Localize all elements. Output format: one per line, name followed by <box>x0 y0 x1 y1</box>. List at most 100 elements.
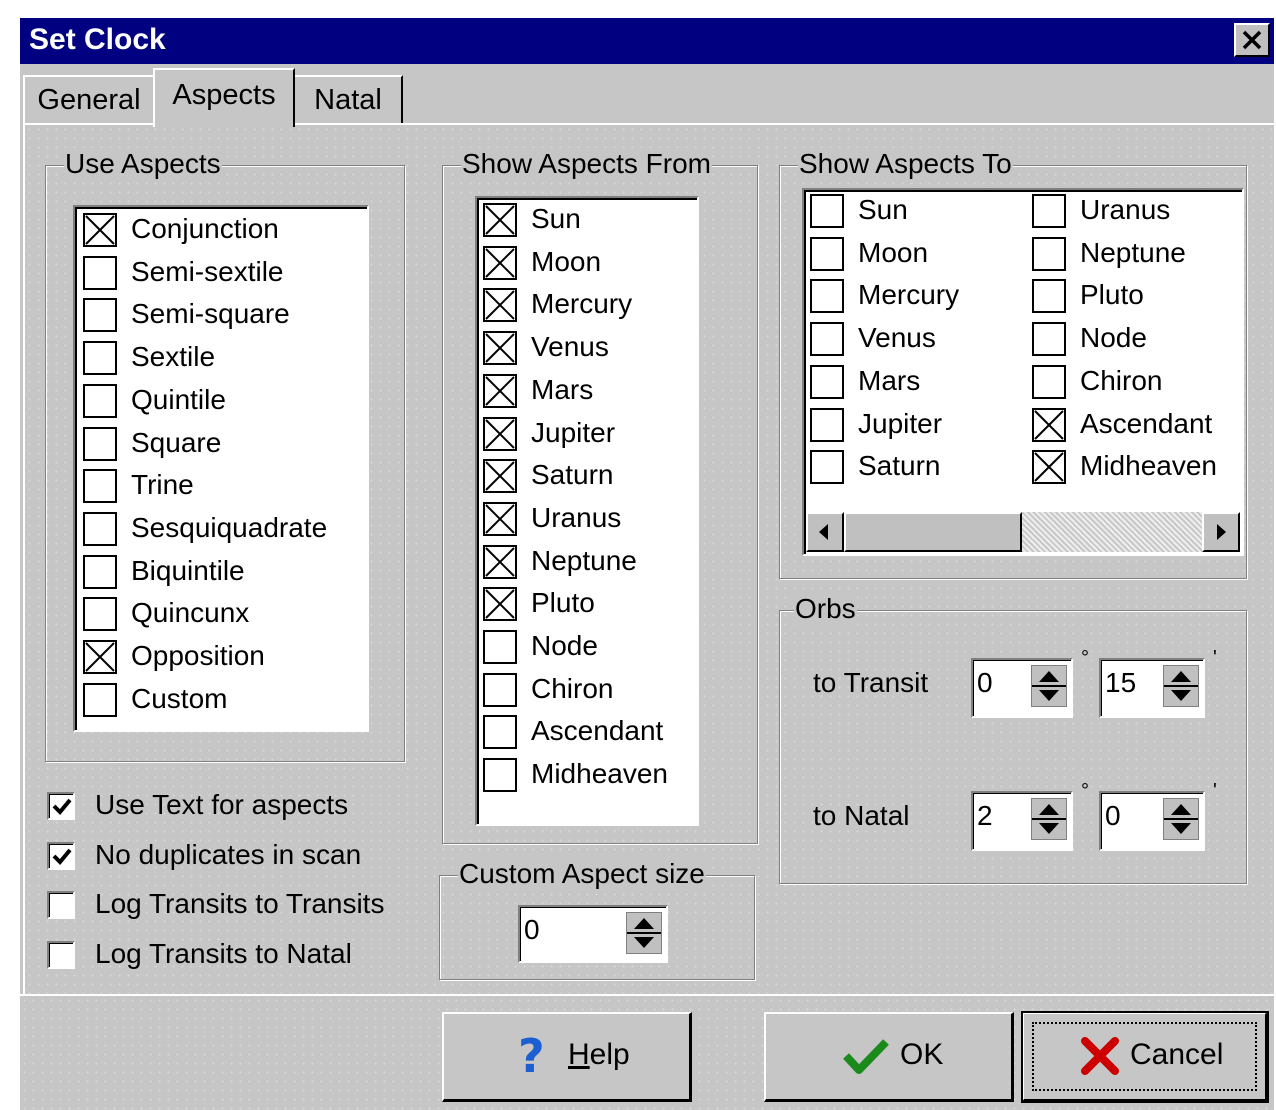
checkbox-icon[interactable] <box>83 511 117 546</box>
scroll-left-button[interactable] <box>806 512 844 552</box>
checked-box-icon[interactable] <box>83 213 117 247</box>
checkbox-icon[interactable] <box>1032 322 1066 357</box>
show-from-item-label: Node <box>531 630 598 661</box>
use-aspect-item-label: Sextile <box>131 341 216 373</box>
tab-natal-label: Natal <box>314 84 382 116</box>
checkbox-icon[interactable] <box>83 383 117 418</box>
checkbox-icon[interactable] <box>47 891 75 919</box>
checked-box-icon[interactable] <box>483 544 517 579</box>
spinner-arrows-icon[interactable] <box>1163 665 1199 707</box>
tab-general[interactable]: General <box>23 75 155 125</box>
checked-box-icon[interactable] <box>1032 407 1066 442</box>
use-aspect-item-label: Sesquiquadrate <box>131 511 328 543</box>
orbs-legend: Orbs <box>794 593 857 625</box>
checkbox-icon[interactable] <box>483 630 517 664</box>
transit-degrees-spinner[interactable]: 0 <box>971 658 1073 718</box>
checked-box-icon[interactable] <box>483 587 517 622</box>
show-to-list: Sun Moon Mercury Venus Mars Jupiter Saturn Uran… <box>802 188 1244 556</box>
checkmark-box-icon[interactable] <box>47 792 75 820</box>
show-from-item-label: Mars <box>531 373 594 405</box>
natal-minutes-spinner[interactable]: 0 <box>1099 791 1205 851</box>
show-to-item-label: Jupiter <box>858 407 943 439</box>
tab-natal[interactable]: Natal <box>293 75 403 125</box>
checkbox-icon[interactable] <box>83 469 117 504</box>
option-label: Log Transits to Transits <box>95 888 385 919</box>
title-bar[interactable]: Set Clock <box>20 18 1274 64</box>
checkbox-icon[interactable] <box>83 298 117 333</box>
custom-aspect-size-value: 0 <box>524 914 540 945</box>
checkbox-icon[interactable] <box>483 715 517 750</box>
show-from-group: Show Aspects From Sun Moon Mercury Venus Mar… <box>442 148 758 844</box>
close-button[interactable] <box>1234 23 1270 57</box>
set-clock-dialog: Set Clock General Aspects Natal Use Aspe… <box>20 18 1274 1110</box>
minute-symbol: ' <box>1213 647 1217 669</box>
checkbox-icon[interactable] <box>1032 194 1066 228</box>
use-aspects-legend: Use Aspects <box>64 148 222 180</box>
spinner-arrows-icon[interactable] <box>1031 665 1067 707</box>
checkbox-icon[interactable] <box>1032 364 1066 399</box>
spinner-arrows-icon[interactable] <box>626 912 662 954</box>
arrow-right-icon <box>1217 524 1226 540</box>
transit-minutes-value: 15 <box>1105 667 1137 698</box>
tab-aspects[interactable]: Aspects <box>153 68 295 127</box>
spinner-arrows-icon[interactable] <box>1163 798 1199 840</box>
natal-degrees-spinner[interactable]: 2 <box>971 791 1073 851</box>
help-button[interactable]: ? Help <box>442 1012 692 1102</box>
checkbox-icon[interactable] <box>1032 279 1066 314</box>
transit-degrees-value: 0 <box>977 667 993 698</box>
checkbox-icon[interactable] <box>47 940 75 969</box>
checkbox-icon[interactable] <box>83 426 117 461</box>
checkbox-icon[interactable] <box>810 450 844 485</box>
show-to-item-label: Moon <box>858 236 929 268</box>
show-to-item-label: Mars <box>858 364 921 396</box>
show-to-item-label: Midheaven <box>1080 450 1217 482</box>
checked-box-icon[interactable] <box>483 288 517 323</box>
natal-degrees-value: 2 <box>977 800 993 831</box>
natal-minutes-value: 0 <box>1105 800 1121 831</box>
checkbox-icon[interactable] <box>810 364 844 399</box>
show-to-item-label: Mercury <box>858 279 960 311</box>
checkbox-icon[interactable] <box>83 255 117 290</box>
show-from-item-label: Ascendant <box>531 715 664 747</box>
transit-minutes-spinner[interactable]: 15 <box>1099 658 1205 718</box>
checkbox-icon[interactable] <box>483 758 517 793</box>
checkbox-icon[interactable] <box>83 341 117 376</box>
checkbox-icon[interactable] <box>483 672 517 707</box>
scroll-right-button[interactable] <box>1202 512 1240 552</box>
checkbox-icon[interactable] <box>83 597 117 632</box>
show-from-item-label: Neptune <box>531 544 637 576</box>
checkbox-icon[interactable] <box>810 236 844 271</box>
checked-box-icon[interactable] <box>483 331 517 366</box>
ok-label: OK <box>900 1038 944 1071</box>
show-from-list: Sun Moon Mercury Venus Mars Jupiter Saturn Uran… <box>475 196 699 826</box>
checkbox-icon[interactable] <box>810 407 844 442</box>
show-to-horizontal-scrollbar[interactable] <box>806 512 1240 552</box>
show-to-item-label: Chiron <box>1080 364 1163 396</box>
custom-aspect-size-spinner[interactable]: 0 <box>518 905 668 963</box>
arrow-left-icon <box>819 524 828 540</box>
checked-box-icon[interactable] <box>483 501 517 536</box>
checked-box-icon[interactable] <box>483 203 517 237</box>
spinner-arrows-icon[interactable] <box>1031 798 1067 840</box>
show-from-item-label: Uranus <box>531 501 622 533</box>
checkbox-icon[interactable] <box>83 682 117 717</box>
ok-button[interactable]: OK <box>764 1012 1014 1102</box>
checked-box-icon[interactable] <box>483 459 517 494</box>
svg-text:?: ? <box>518 1030 545 1078</box>
checked-box-icon[interactable] <box>83 640 117 674</box>
checkbox-icon[interactable] <box>83 554 117 589</box>
show-to-item-label: Node <box>1080 322 1147 354</box>
checkbox-icon[interactable] <box>1032 236 1066 271</box>
checkbox-icon[interactable] <box>810 322 844 357</box>
show-from-item-label: Venus <box>531 331 609 363</box>
checked-box-icon[interactable] <box>483 245 517 280</box>
checked-box-icon[interactable] <box>483 416 517 451</box>
checked-box-icon[interactable] <box>1032 450 1066 485</box>
checked-box-icon[interactable] <box>483 373 517 408</box>
scroll-thumb[interactable] <box>844 512 1022 552</box>
show-to-legend: Show Aspects To <box>798 148 1013 180</box>
checkbox-icon[interactable] <box>810 279 844 314</box>
checkmark-box-icon[interactable] <box>47 841 75 870</box>
checkbox-icon[interactable] <box>810 194 844 228</box>
cancel-button[interactable]: Cancel <box>1021 1011 1269 1103</box>
